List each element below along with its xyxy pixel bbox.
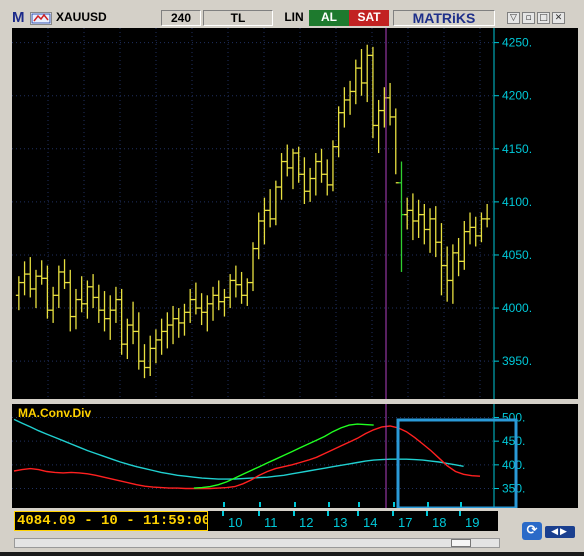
time-axis-marker <box>293 511 295 516</box>
time-axis-marker <box>327 511 329 516</box>
price-chart-background <box>12 28 578 399</box>
navigate-arrows-icon[interactable]: ◀▶ <box>545 526 575 538</box>
price-tick-label: 4250. <box>502 36 532 50</box>
price-tick-label: 4000. <box>502 301 532 315</box>
time-axis-marker <box>459 511 461 516</box>
cursor-readout: 4084.09 - 10 - 11:59:00 <box>14 511 210 531</box>
time-axis-label: 11 <box>264 515 278 530</box>
time-axis-label: 18 <box>432 515 447 530</box>
symbol-field[interactable]: XAUUSD <box>54 10 159 26</box>
price-tick-label: 4100. <box>502 195 532 209</box>
price-chart[interactable]: 4250. 4200. 4150. 4100. 4050. 4000. 3950. <box>12 28 578 399</box>
macd-indicator-chart[interactable]: 500. 450. 400. 350. MA.Conv.Div <box>12 404 578 508</box>
buy-button[interactable]: AL <box>309 10 349 26</box>
time-axis-marker <box>392 511 394 516</box>
time-axis-marker <box>258 511 260 516</box>
time-axis-marker <box>222 511 224 516</box>
time-axis-label: 13 <box>333 515 348 530</box>
brand-label: MATRiKS <box>393 10 495 26</box>
chart-window: M XAUUSD 240 TL LIN AL SAT MATRiKS ▽ ▫ □… <box>0 0 584 556</box>
sell-button[interactable]: SAT <box>349 10 389 26</box>
time-axis-label: 19 <box>465 515 480 530</box>
time-axis-marker <box>426 511 428 516</box>
horizontal-scrollbar[interactable] <box>14 538 500 548</box>
price-tick-label: 3950. <box>502 354 532 368</box>
time-axis-label: 17 <box>398 515 413 530</box>
time-axis-label: 10 <box>228 515 243 530</box>
scrollbar-thumb[interactable] <box>451 539 471 547</box>
maximize-icon[interactable]: □ <box>537 12 550 24</box>
time-axis-marker <box>357 511 359 516</box>
minimize-icon[interactable]: ▫ <box>522 12 535 24</box>
status-strip <box>0 552 584 556</box>
price-tick-label: 4150. <box>502 142 532 156</box>
time-axis-label: 12 <box>299 515 314 530</box>
time-axis-strip: 10 11 12 13 14 17 18 19 <box>208 511 498 531</box>
chart-toolbar: M XAUUSD 240 TL LIN AL SAT MATRiKS ▽ ▫ □… <box>0 8 584 28</box>
indicator-tick-label: 350. <box>502 482 525 496</box>
currency-selector[interactable]: TL <box>203 10 273 26</box>
indicator-tick-label: 400. <box>502 458 525 472</box>
period-selector[interactable]: 240 <box>161 10 201 26</box>
matriks-logo-icon[interactable]: M <box>12 10 26 26</box>
symbol-flag-icon[interactable] <box>30 12 52 25</box>
indicator-tick-label: 450. <box>502 434 525 448</box>
price-tick-label: 4200. <box>502 89 532 103</box>
sync-icon[interactable]: ⟳ <box>522 522 542 540</box>
bottom-bar: 4084.09 - 10 - 11:59:00 ⟳ ◀▶ 10 11 12 13 14 1… <box>0 508 584 556</box>
indicator-tick-label: 500. <box>502 410 525 424</box>
dropdown-icon[interactable]: ▽ <box>507 12 520 24</box>
close-icon[interactable]: ✕ <box>552 12 565 24</box>
scale-toggle[interactable]: LIN <box>279 10 309 26</box>
price-tick-label: 4050. <box>502 248 532 262</box>
time-axis-label: 14 <box>363 515 378 530</box>
indicator-title: MA.Conv.Div <box>18 406 91 420</box>
